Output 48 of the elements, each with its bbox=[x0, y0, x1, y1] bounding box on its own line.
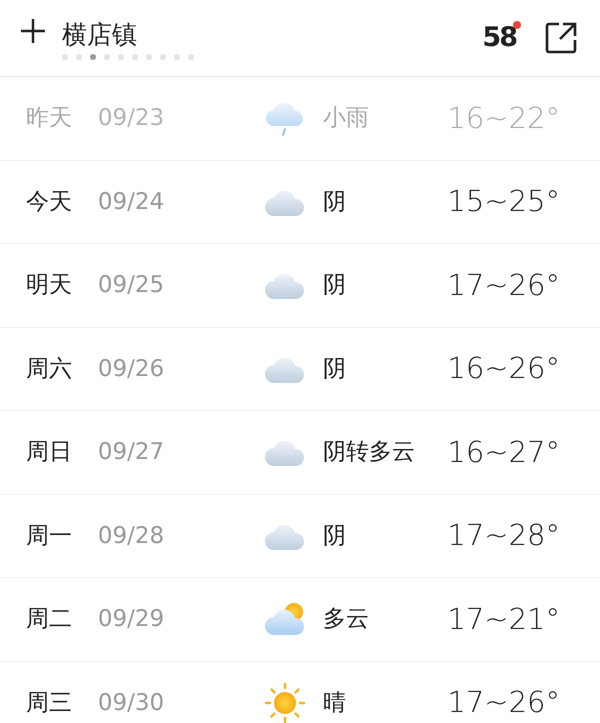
weather-condition: 阴 bbox=[323, 354, 348, 384]
share-button[interactable] bbox=[544, 21, 578, 55]
date-label: 09/28 bbox=[98, 522, 166, 550]
day-label: 昨天 bbox=[26, 104, 73, 133]
page-dot[interactable] bbox=[76, 54, 82, 60]
sun-icon bbox=[262, 680, 307, 723]
page-dot[interactable] bbox=[90, 54, 96, 60]
temperature-range: 16~26° bbox=[447, 350, 560, 387]
day-label: 周一 bbox=[26, 522, 73, 550]
air-quality-index: 58 bbox=[482, 18, 520, 58]
page-dot[interactable] bbox=[104, 54, 110, 60]
day-label: 周二 bbox=[26, 605, 73, 634]
page-dot[interactable] bbox=[132, 54, 138, 60]
date-label: 09/25 bbox=[98, 271, 166, 300]
date-label: 09/23 bbox=[98, 104, 166, 133]
page-dot[interactable] bbox=[146, 54, 152, 60]
weather-condition: 多云 bbox=[323, 605, 370, 634]
temperature-range: 17~28° bbox=[447, 517, 560, 554]
day-label: 明天 bbox=[26, 271, 73, 300]
page-dot[interactable] bbox=[62, 54, 68, 60]
day-label: 周日 bbox=[26, 438, 73, 467]
temperature-range: 17~21° bbox=[447, 600, 560, 638]
temperature-range: 16~22° bbox=[447, 100, 560, 136]
cloud-sun-icon bbox=[262, 601, 307, 638]
page-dot[interactable] bbox=[174, 54, 180, 60]
weather-condition: 晴 bbox=[323, 688, 348, 718]
page-dot[interactable] bbox=[118, 54, 124, 60]
date-label: 09/27 bbox=[98, 438, 166, 467]
temperature-range: 17~26° bbox=[447, 684, 560, 721]
page-dot[interactable] bbox=[188, 54, 194, 60]
weather-condition: 小雨 bbox=[323, 104, 370, 133]
page-dot[interactable] bbox=[160, 54, 166, 60]
date-label: 09/29 bbox=[98, 605, 166, 634]
weather-condition: 阴转多云 bbox=[323, 438, 416, 467]
city-title: 横店镇 bbox=[62, 20, 138, 50]
date-label: 09/26 bbox=[98, 354, 166, 384]
day-label: 周六 bbox=[26, 354, 73, 384]
temperature-range: 15~25° bbox=[447, 183, 560, 220]
weather-condition: 阴 bbox=[323, 188, 348, 216]
day-label: 周三 bbox=[26, 688, 73, 718]
weather-condition: 阴 bbox=[323, 522, 348, 550]
date-label: 09/24 bbox=[98, 188, 166, 216]
temperature-range: 17~26° bbox=[447, 266, 560, 304]
day-label: 今天 bbox=[26, 188, 73, 216]
add-button[interactable] bbox=[20, 18, 46, 44]
weather-condition: 阴 bbox=[323, 271, 348, 300]
temperature-range: 16~27° bbox=[447, 434, 560, 470]
date-label: 09/30 bbox=[98, 688, 166, 718]
